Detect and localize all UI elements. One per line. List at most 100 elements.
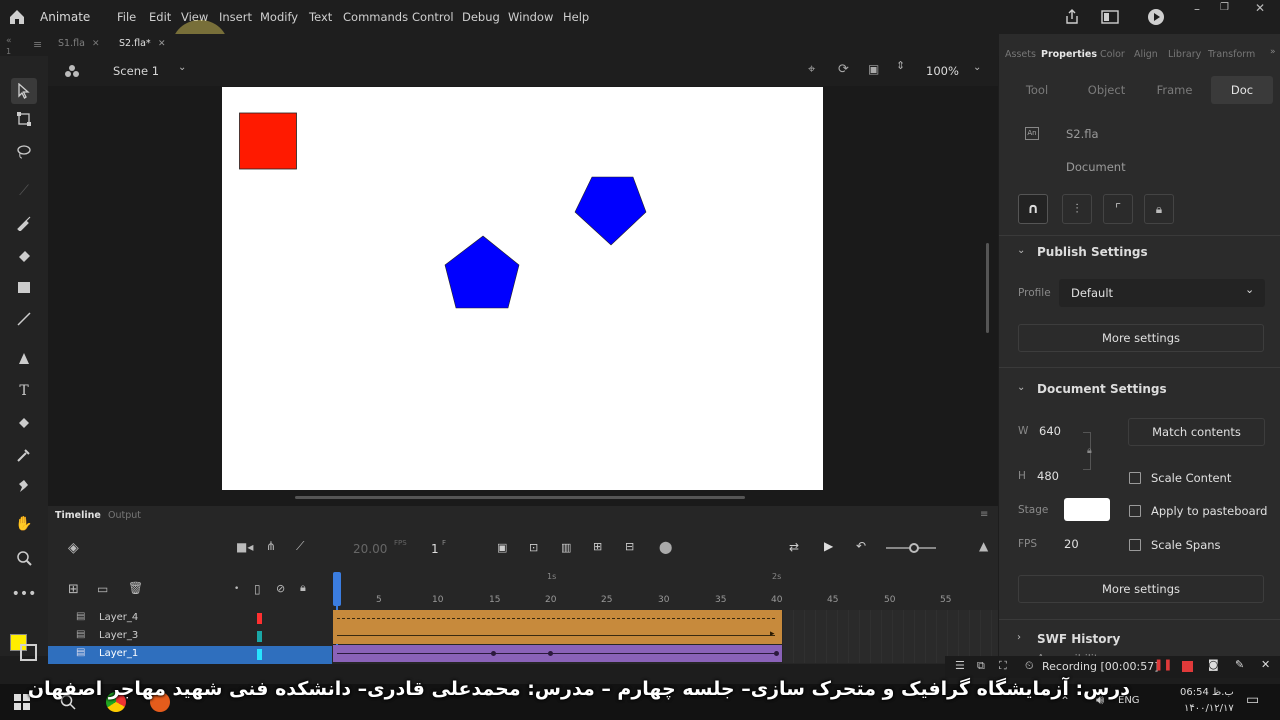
eyedropper-tool-icon[interactable]: [14, 445, 34, 465]
layer-name[interactable]: Layer_1: [99, 648, 138, 659]
free-transform-tool-icon[interactable]: [14, 109, 34, 129]
apply-pasteboard-checkbox[interactable]: [1129, 505, 1141, 517]
tab-assets[interactable]: Assets: [1005, 49, 1036, 60]
menu-text[interactable]: Text: [309, 10, 332, 24]
timeline-ruler[interactable]: 1s 2s 5 10 15 20 25 30 35 40 45 50 55: [333, 570, 998, 608]
layer-color-swatch[interactable]: [257, 649, 262, 660]
blue-pentagon-center[interactable]: [444, 235, 520, 309]
menu-insert[interactable]: Insert: [219, 10, 252, 24]
region-icon[interactable]: ⛶: [999, 659, 1007, 673]
parenting-icon[interactable]: ⋔: [266, 539, 276, 553]
more-tools-icon[interactable]: •••: [12, 584, 37, 604]
share-icon[interactable]: [1063, 8, 1081, 26]
zoom-mountain-icon[interactable]: ▲: [979, 539, 988, 553]
menu-edit[interactable]: Edit: [149, 10, 171, 24]
pen-tool-icon[interactable]: [14, 349, 34, 369]
chevron-right-icon[interactable]: ›: [1017, 632, 1021, 643]
outline-icon[interactable]: ▯: [254, 582, 261, 596]
close-tab-s1-icon[interactable]: ✕: [92, 39, 100, 49]
publish-settings-header[interactable]: Publish Settings: [1037, 245, 1148, 259]
tab-timeline[interactable]: Timeline: [55, 510, 101, 521]
keyframe-dot[interactable]: [548, 651, 553, 656]
stage[interactable]: [222, 87, 823, 490]
timer-icon[interactable]: ⏲: [1025, 659, 1034, 673]
restore-button[interactable]: ❐: [1220, 2, 1229, 13]
remove-tween-icon[interactable]: ⊟: [625, 540, 634, 553]
stage-color-swatch[interactable]: [1064, 498, 1110, 521]
tab-properties[interactable]: Properties: [1041, 49, 1097, 60]
tab-align[interactable]: Align: [1134, 49, 1158, 60]
lock-icon[interactable]: 🔒︎: [1144, 194, 1174, 224]
screenshot-icon[interactable]: ◙: [1208, 658, 1219, 671]
insert-keyframe-icon[interactable]: ▣: [497, 541, 507, 554]
swf-history-header[interactable]: SWF History: [1037, 632, 1120, 646]
zoom-level[interactable]: 100%: [926, 64, 959, 78]
layer-name[interactable]: Layer_3: [99, 630, 138, 641]
new-layer-icon[interactable]: ⊞: [68, 582, 79, 597]
menu-commands[interactable]: Commands: [343, 10, 408, 24]
pin-tool-icon[interactable]: [14, 476, 34, 496]
red-square[interactable]: [239, 112, 297, 170]
scale-spans-checkbox[interactable]: [1129, 539, 1141, 551]
keyframe-dot[interactable]: [491, 651, 496, 656]
menu-control[interactable]: Control: [412, 10, 454, 24]
magnet-icon[interactable]: ∩: [1018, 194, 1048, 224]
menu-file[interactable]: File: [117, 10, 136, 24]
delete-layer-icon[interactable]: 🗑︎: [128, 581, 143, 595]
profile-select[interactable]: Default ⌄: [1059, 279, 1265, 307]
insert-blank-keyframe-icon[interactable]: ⊡: [529, 541, 538, 554]
zoom-dropdown-icon[interactable]: ⌄: [973, 62, 981, 73]
edit-scene-icon[interactable]: [64, 63, 80, 79]
tab-library[interactable]: Library: [1168, 49, 1201, 60]
scene-dropdown-icon[interactable]: ⌄: [178, 62, 186, 73]
play-icon[interactable]: ▶: [824, 539, 833, 553]
close-tab-s2-icon[interactable]: ✕: [158, 39, 166, 49]
fps-value[interactable]: 20: [1064, 537, 1079, 551]
test-movie-icon[interactable]: [1146, 7, 1166, 27]
pause-icon[interactable]: ❚❚: [1154, 658, 1172, 671]
zoom-tool-icon[interactable]: [14, 548, 34, 568]
text-tool-icon[interactable]: T: [14, 381, 34, 401]
menu-debug[interactable]: Debug: [462, 10, 500, 24]
create-tween-icon[interactable]: ⊞: [593, 540, 602, 553]
camera-icon[interactable]: ■◂: [236, 540, 253, 554]
chevron-down-icon[interactable]: ⌄: [1017, 382, 1025, 393]
layer-color-swatch[interactable]: [257, 631, 262, 642]
width-value[interactable]: 640: [1039, 424, 1061, 438]
chevron-down-icon[interactable]: ⌄: [1017, 245, 1025, 256]
menu-icon[interactable]: ☰: [955, 659, 965, 672]
lock-all-icon[interactable]: 🔒︎: [300, 581, 306, 595]
highlight-layer-icon[interactable]: •: [234, 584, 239, 594]
segment-doc[interactable]: Doc: [1211, 76, 1273, 104]
window-icon[interactable]: ⧉: [977, 659, 985, 673]
segment-tool[interactable]: Tool: [1013, 76, 1061, 104]
document-settings-header[interactable]: Document Settings: [1037, 382, 1167, 396]
stroke-color-swatch[interactable]: [20, 644, 37, 661]
graph-icon[interactable]: ⟋: [296, 539, 304, 554]
menu-help[interactable]: Help: [563, 10, 589, 24]
selection-tool-icon[interactable]: [11, 78, 37, 104]
rewind-icon[interactable]: ↶: [856, 539, 866, 553]
home-icon[interactable]: [8, 8, 26, 26]
segment-object[interactable]: Object: [1079, 76, 1134, 104]
stop-icon[interactable]: [1182, 661, 1193, 672]
loop-icon[interactable]: ⇄: [789, 540, 799, 554]
tab-color[interactable]: Color: [1100, 49, 1125, 60]
pencil-tool-icon[interactable]: ⟋: [14, 181, 34, 201]
onion-skin-icon[interactable]: ⬤: [659, 540, 672, 554]
tab-s1[interactable]: S1.fla: [58, 38, 85, 49]
layer-4-tween-span[interactable]: [333, 610, 782, 627]
match-contents-button[interactable]: Match contents: [1128, 418, 1265, 446]
minimize-button[interactable]: –: [1194, 2, 1200, 16]
close-recording-icon[interactable]: ✕: [1261, 658, 1270, 671]
lasso-tool-icon[interactable]: [14, 142, 34, 162]
layer-row[interactable]: ▤ Layer_3: [48, 628, 332, 646]
stage-scrollbar[interactable]: [295, 496, 745, 499]
panel-menu-icon[interactable]: ≡: [33, 38, 42, 51]
expand-panel-icon[interactable]: »: [1270, 47, 1276, 57]
rectangle-tool-icon[interactable]: [14, 277, 34, 297]
snap-icon[interactable]: ⌖: [808, 62, 815, 77]
document-more-settings-button[interactable]: More settings: [1018, 575, 1264, 603]
close-window-button[interactable]: ✕: [1255, 1, 1265, 15]
line-tool-icon[interactable]: [14, 309, 34, 329]
